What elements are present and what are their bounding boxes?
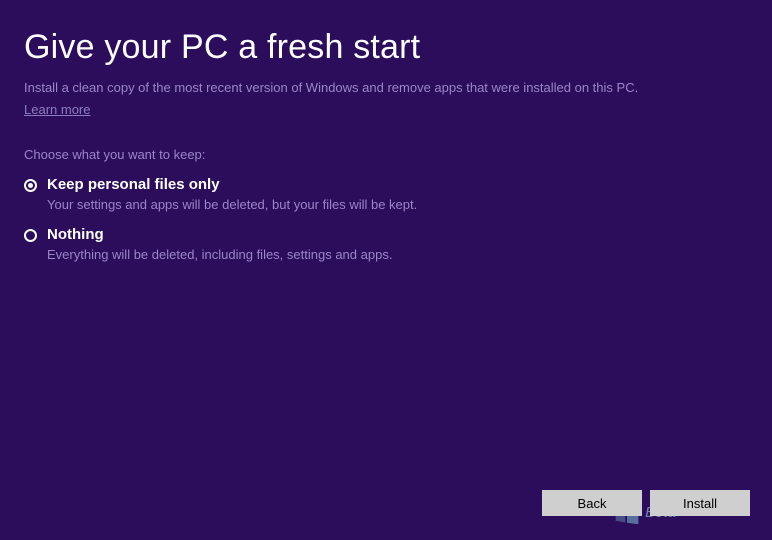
option-label: Keep personal files only [47,176,417,193]
option-nothing[interactable]: Nothing Everything will be deleted, incl… [24,226,748,262]
option-description: Your settings and apps will be deleted, … [47,197,417,212]
section-label: Choose what you want to keep: [24,147,748,162]
option-description: Everything will be deleted, including fi… [47,247,392,262]
back-button[interactable]: Back [542,490,642,516]
radio-icon [24,229,37,242]
radio-icon [24,179,37,192]
option-label: Nothing [47,226,392,243]
page-subtitle: Install a clean copy of the most recent … [24,79,748,97]
install-button[interactable]: Install [650,490,750,516]
button-row: Back Install [542,490,750,516]
option-keep-files[interactable]: Keep personal files only Your settings a… [24,176,748,212]
learn-more-link[interactable]: Learn more [24,102,90,117]
page-title: Give your PC a fresh start [24,28,748,67]
